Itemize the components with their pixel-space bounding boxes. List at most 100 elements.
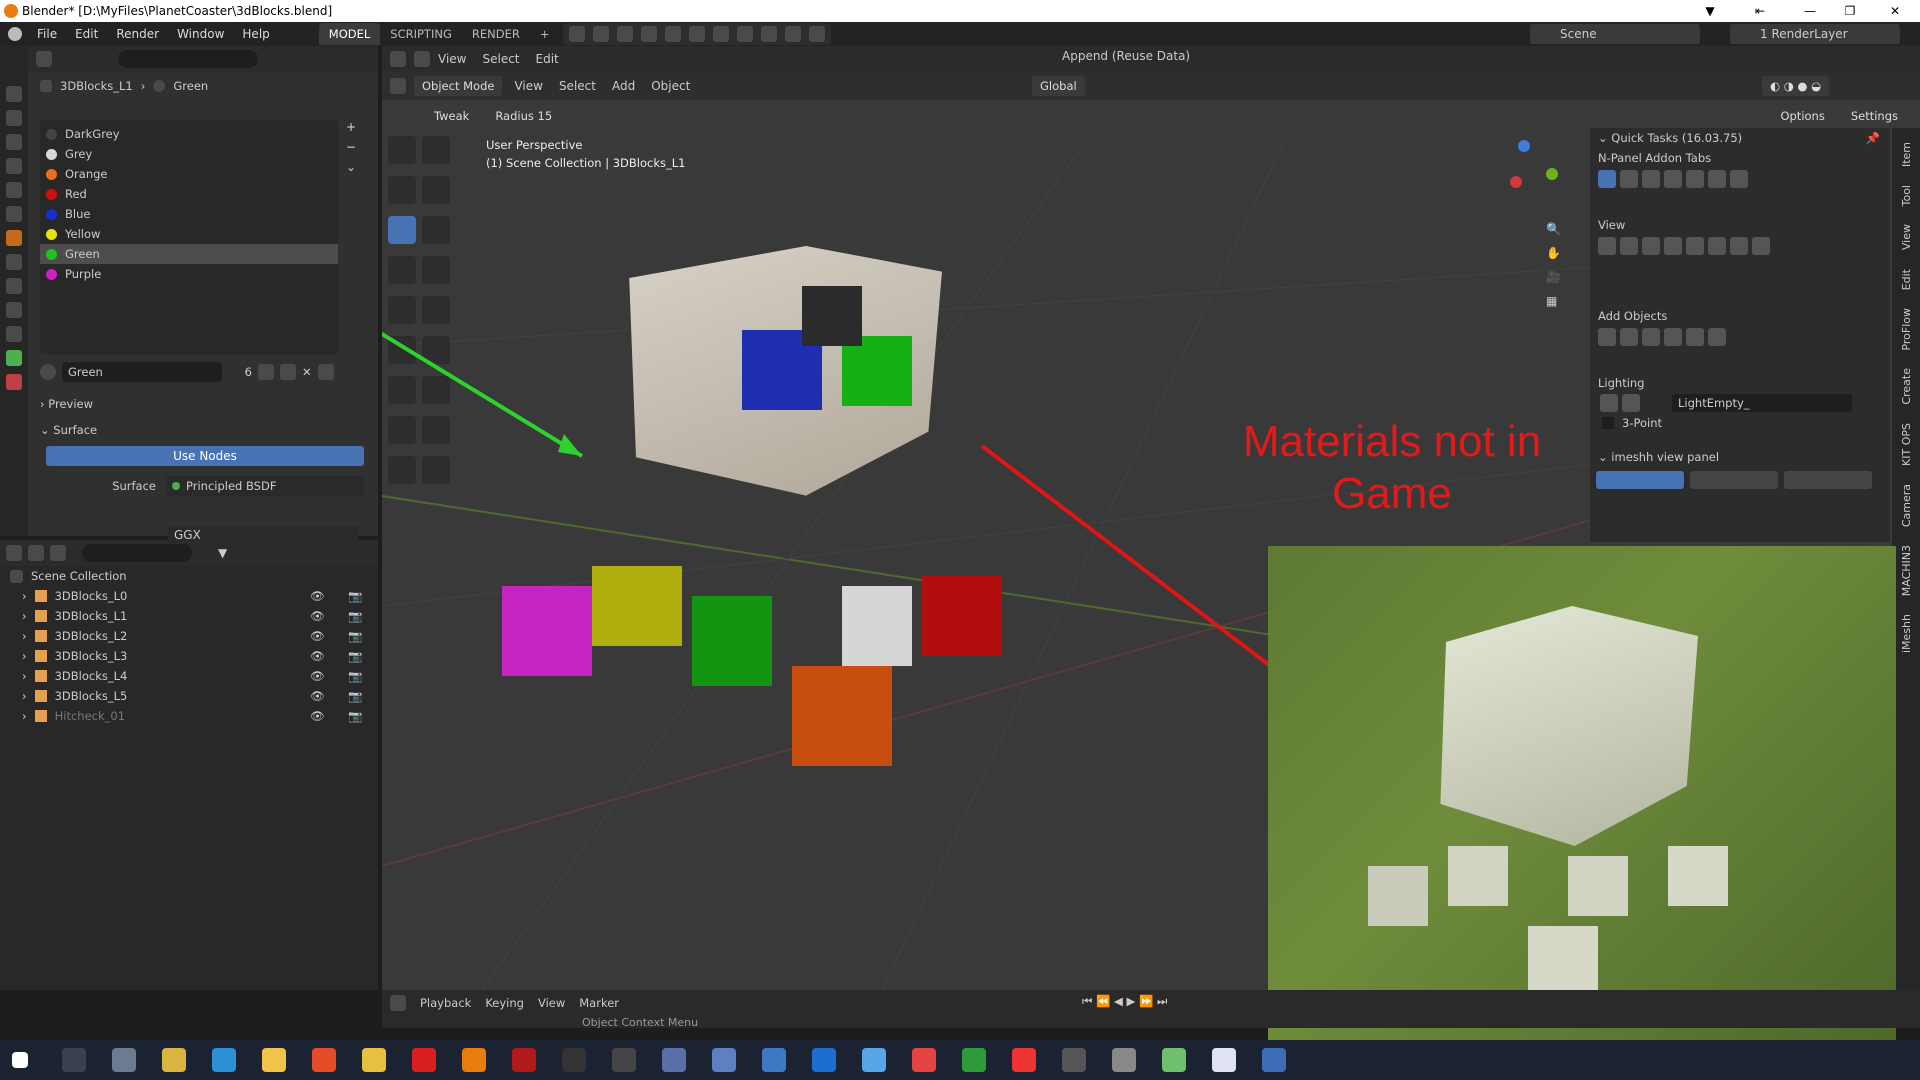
outliner-item[interactable]: › Hitcheck_01 👁 📷: [0, 706, 378, 726]
n-panel-side-tab[interactable]: ProFlow: [1898, 302, 1915, 357]
imeshh-header[interactable]: ⌄ imeshh view panel: [1590, 447, 1890, 467]
app-icon[interactable]: [1212, 1048, 1236, 1072]
matcap-icon[interactable]: [1664, 237, 1682, 255]
maximize-button[interactable]: ❐: [1830, 0, 1870, 22]
addon-tab-icon[interactable]: [1730, 170, 1748, 188]
windows-start-icon[interactable]: [12, 1052, 28, 1068]
render-visibility-icon[interactable]: 📷: [348, 649, 362, 663]
app-icon[interactable]: [912, 1048, 936, 1072]
surface-shader-field[interactable]: Principled BSDF: [166, 476, 364, 496]
add-workspace-icon[interactable]: +: [530, 23, 560, 45]
toolbar-icon[interactable]: [665, 26, 682, 42]
add-object-icon[interactable]: [1686, 328, 1704, 346]
app-icon[interactable]: [212, 1048, 236, 1072]
zoom-icon[interactable]: 🔍: [1546, 222, 1561, 236]
app-icon[interactable]: [712, 1048, 736, 1072]
outliner-item[interactable]: › 3DBlocks_L4 👁 📷: [0, 666, 378, 686]
toolbar-icon[interactable]: [737, 26, 754, 42]
app-icon[interactable]: [762, 1048, 786, 1072]
unlink-icon[interactable]: ✕: [302, 365, 312, 379]
toolbar-icon[interactable]: [617, 26, 634, 42]
menu-keying[interactable]: Keying: [485, 996, 524, 1010]
render-visibility-icon[interactable]: 📷: [348, 669, 362, 683]
tab-render[interactable]: RENDER: [462, 23, 530, 45]
particles-tab-icon[interactable]: [6, 278, 22, 294]
outliner-item[interactable]: › 3DBlocks_L2 👁 📷: [0, 626, 378, 646]
toolbar-icon[interactable]: [809, 26, 826, 42]
matcap-icon[interactable]: [1686, 237, 1704, 255]
duplicate-icon[interactable]: [280, 364, 296, 380]
toolbar-icon[interactable]: [569, 26, 586, 42]
playback-controls[interactable]: ⏮ ⏪ ◀ ▶ ⏩ ⏭: [1082, 994, 1167, 1009]
imeshh-button[interactable]: [1596, 471, 1684, 489]
world-tab-icon[interactable]: [6, 206, 22, 222]
file-explorer-icon[interactable]: [262, 1048, 286, 1072]
data-tab-icon[interactable]: [6, 350, 22, 366]
addon-tab-icon[interactable]: [1664, 170, 1682, 188]
toolbar-icon[interactable]: [761, 26, 778, 42]
constraints-tab-icon[interactable]: [6, 326, 22, 342]
editor-type-icon[interactable]: [6, 545, 22, 561]
app-icon[interactable]: [412, 1048, 436, 1072]
three-point-checkbox[interactable]: [1602, 417, 1614, 429]
menu-file[interactable]: File: [28, 27, 66, 41]
expand-icon[interactable]: ›: [22, 669, 27, 683]
renderlayer-selector[interactable]: 1 RenderLayer: [1730, 24, 1900, 44]
surface-panel-header[interactable]: ⌄ Surface: [40, 420, 97, 440]
filter-icon[interactable]: ▼: [218, 546, 227, 560]
menu-window[interactable]: Window: [168, 27, 233, 41]
material-slot[interactable]: Yellow: [40, 224, 338, 244]
app-icon[interactable]: [562, 1048, 586, 1072]
chevron-down-icon[interactable]: ⌄: [346, 160, 356, 174]
editor-type-icon[interactable]: [36, 51, 52, 67]
app-icon[interactable]: [1012, 1048, 1036, 1072]
addon-tab-icon[interactable]: [1642, 170, 1660, 188]
scene-collection-row[interactable]: Scene Collection: [0, 566, 378, 586]
tab-model[interactable]: MODEL: [318, 23, 381, 45]
visibility-icon[interactable]: 👁: [310, 709, 325, 723]
display-mode-icon[interactable]: [28, 545, 44, 561]
outliner-search-input[interactable]: [82, 544, 192, 562]
printer-icon[interactable]: [1112, 1048, 1136, 1072]
visibility-icon[interactable]: 👁: [310, 649, 325, 663]
app-icon[interactable]: [812, 1048, 836, 1072]
add-object-icon[interactable]: [1598, 328, 1616, 346]
render-tab-icon[interactable]: [6, 110, 22, 126]
app-icon[interactable]: [862, 1048, 886, 1072]
app-icon[interactable]: [362, 1048, 386, 1072]
app-icon[interactable]: [1062, 1048, 1086, 1072]
toolbar-icon[interactable]: [593, 26, 610, 42]
n-panel-side-tab[interactable]: Edit: [1898, 263, 1915, 296]
light-field[interactable]: LightEmpty_: [1672, 394, 1852, 412]
material-slot[interactable]: Orange: [40, 164, 338, 184]
app-icon[interactable]: [1262, 1048, 1286, 1072]
grid-view-icon[interactable]: ▦: [1546, 294, 1561, 308]
menu-marker[interactable]: Marker: [579, 996, 619, 1010]
add-object-icon[interactable]: [1708, 328, 1726, 346]
visibility-icon[interactable]: 👁: [310, 609, 325, 623]
camera-icon[interactable]: 🎥: [1546, 270, 1561, 284]
visibility-icon[interactable]: 👁: [310, 589, 325, 603]
breadcrumb-material[interactable]: Green: [173, 79, 208, 93]
pin-icon[interactable]: ▼: [1690, 0, 1730, 22]
scene-tab-icon[interactable]: [6, 182, 22, 198]
render-visibility-icon[interactable]: 📷: [348, 629, 362, 643]
matcap-icon[interactable]: [1730, 237, 1748, 255]
addon-tab-icon[interactable]: [1598, 170, 1616, 188]
output-tab-icon[interactable]: [6, 134, 22, 150]
matcap-icon[interactable]: [1620, 237, 1638, 255]
calculator-icon[interactable]: [662, 1048, 686, 1072]
tool-tab-icon[interactable]: [6, 86, 22, 102]
remove-slot-button[interactable]: −: [346, 140, 356, 154]
outliner-item[interactable]: › 3DBlocks_L3 👁 📷: [0, 646, 378, 666]
scene-selector[interactable]: Scene: [1530, 24, 1700, 44]
app-icon[interactable]: [1162, 1048, 1186, 1072]
n-panel-side-tab[interactable]: MACHIN3: [1898, 539, 1915, 602]
minimize-button[interactable]: —: [1790, 0, 1830, 22]
material-slot[interactable]: Purple: [40, 264, 338, 284]
imeshh-button[interactable]: [1784, 471, 1872, 489]
toolbar-icon[interactable]: [641, 26, 658, 42]
render-visibility-icon[interactable]: 📷: [348, 709, 362, 723]
add-slot-button[interactable]: +: [346, 120, 356, 134]
add-object-icon[interactable]: [1642, 328, 1660, 346]
